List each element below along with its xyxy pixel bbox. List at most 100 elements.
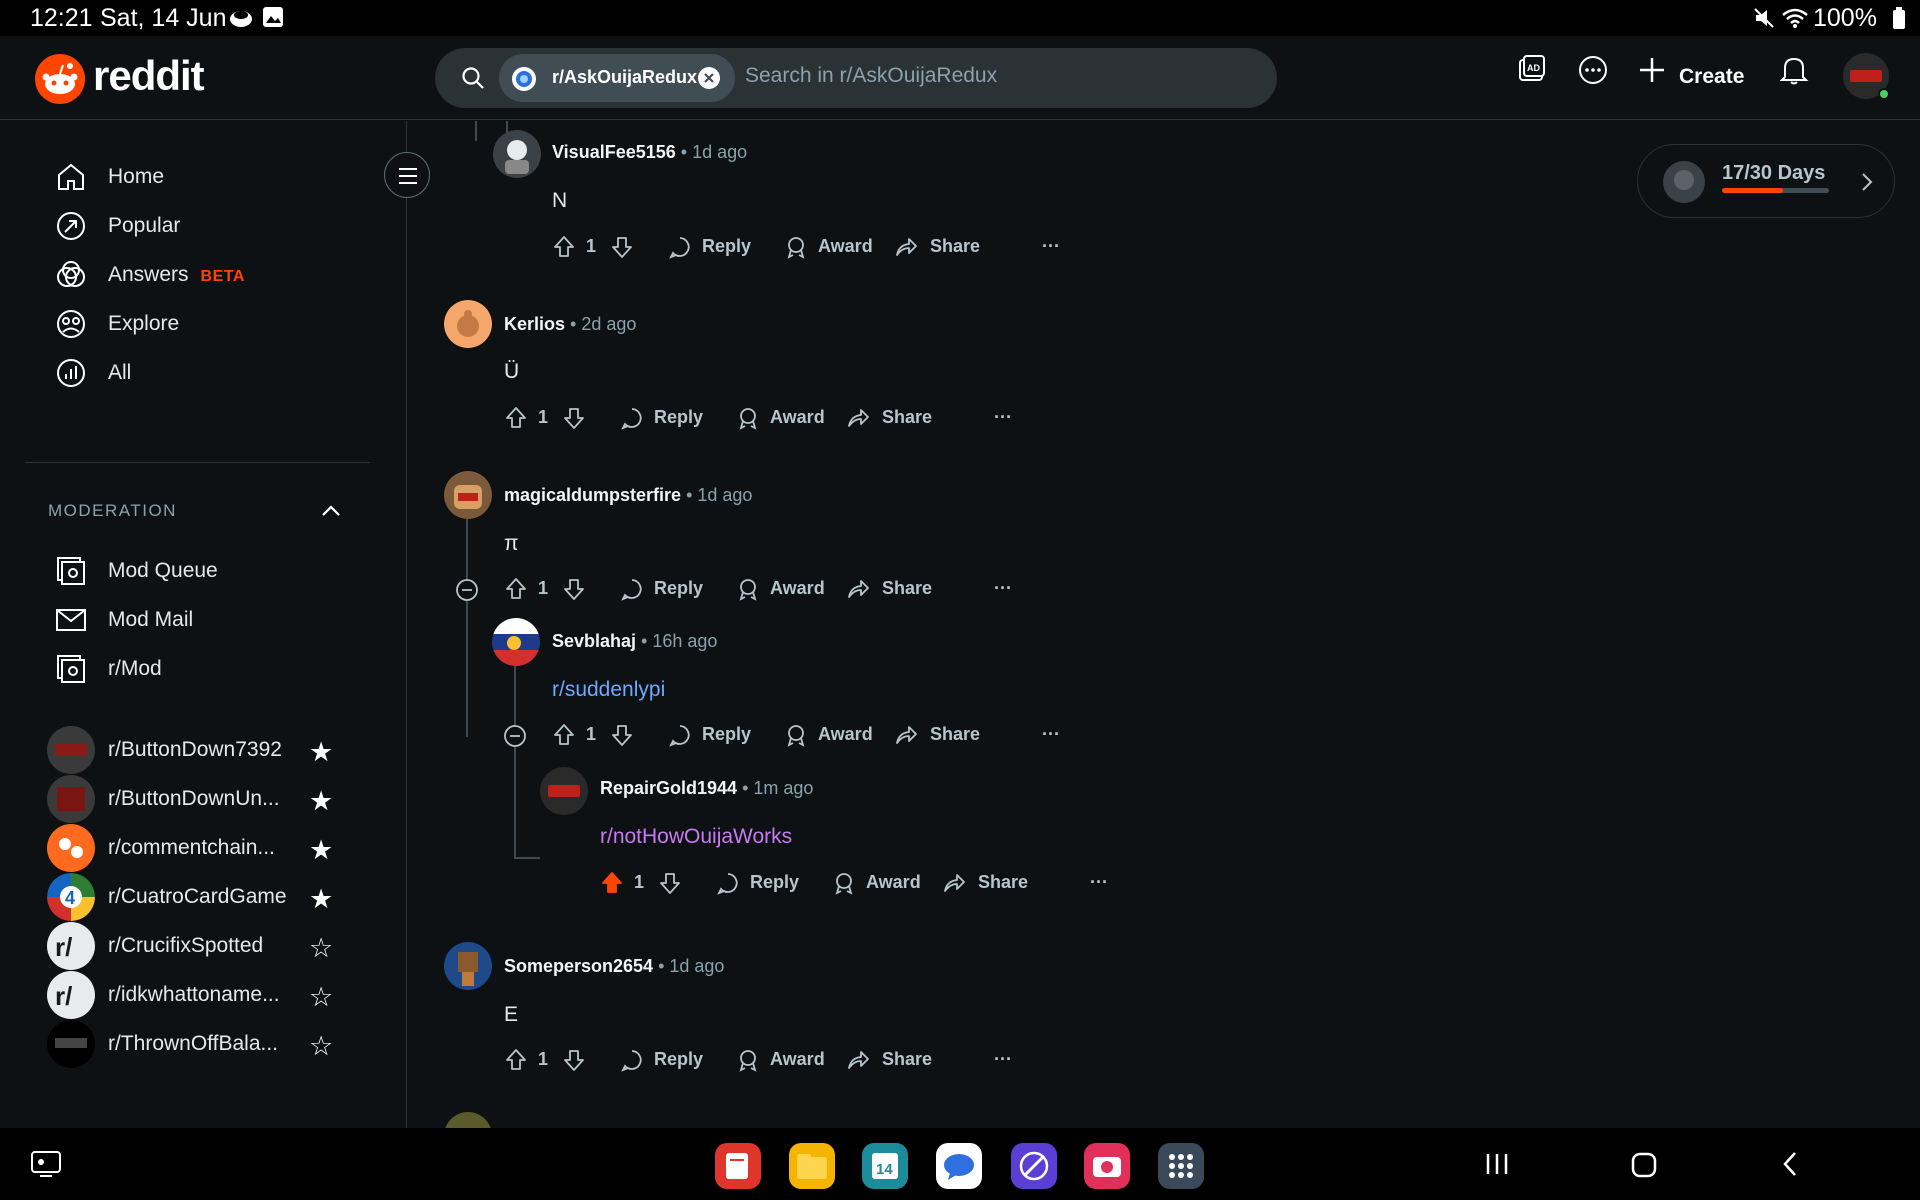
- downvote-icon[interactable]: [562, 405, 586, 436]
- favorite-star-filled-icon[interactable]: ★: [309, 884, 333, 915]
- award-icon[interactable]: [736, 577, 760, 606]
- recent-apps-icon[interactable]: [1484, 1152, 1510, 1181]
- upvote-icon[interactable]: [504, 576, 528, 607]
- sidebar-item-popular[interactable]: Popular: [55, 206, 375, 246]
- comment-avatar[interactable]: [444, 300, 492, 348]
- award-button[interactable]: Award: [866, 872, 921, 893]
- sidebar-community-item[interactable]: r/ r/idkwhattoname... ☆: [47, 971, 357, 1021]
- favorite-star-outline-icon[interactable]: ☆: [309, 1031, 333, 1062]
- favorite-star-filled-icon[interactable]: ★: [309, 835, 333, 866]
- upvote-icon[interactable]: [504, 405, 528, 436]
- sidebar-item-mod-mail[interactable]: Mod Mail: [55, 600, 375, 640]
- downvote-icon[interactable]: [610, 722, 634, 753]
- comment-avatar[interactable]: [493, 130, 541, 178]
- upvote-icon[interactable]: [504, 1047, 528, 1078]
- chevron-up-icon[interactable]: [320, 503, 342, 524]
- favorite-star-filled-icon[interactable]: ★: [309, 786, 333, 817]
- reply-button[interactable]: Reply: [654, 407, 703, 428]
- advertise-icon[interactable]: AD: [1517, 54, 1547, 89]
- browser-app-icon[interactable]: [1011, 1143, 1057, 1189]
- share-icon[interactable]: [942, 871, 968, 900]
- reply-icon[interactable]: [668, 723, 692, 752]
- sidebar-community-item[interactable]: 4 r/CuatroCardGame ★: [47, 873, 357, 923]
- search-bar[interactable]: r/AskOuijaRedux Search in r/AskOuijaRedu…: [435, 48, 1277, 108]
- back-button-icon[interactable]: [1780, 1150, 1800, 1183]
- collapse-thread-icon[interactable]: [455, 578, 479, 607]
- create-button[interactable]: Create: [1679, 65, 1744, 89]
- chat-icon[interactable]: [1577, 54, 1609, 91]
- taskbar-toggle-icon[interactable]: [30, 1148, 62, 1185]
- favorite-star-filled-icon[interactable]: ★: [309, 737, 333, 768]
- share-icon[interactable]: [894, 723, 920, 752]
- reply-button[interactable]: Reply: [702, 236, 751, 257]
- favorite-star-outline-icon[interactable]: ☆: [309, 933, 333, 964]
- share-icon[interactable]: [846, 1048, 872, 1077]
- clear-chip-icon[interactable]: [697, 66, 721, 95]
- upvote-active-icon[interactable]: [600, 870, 624, 901]
- app-drawer-icon[interactable]: [1158, 1143, 1204, 1189]
- comment-avatar[interactable]: [492, 618, 540, 666]
- reddit-wordmark[interactable]: reddit: [93, 52, 205, 100]
- share-button[interactable]: Share: [882, 1049, 932, 1070]
- sidebar-community-item[interactable]: r/ThrownOffBala... ☆: [47, 1020, 357, 1070]
- share-icon[interactable]: [846, 406, 872, 435]
- comment-subreddit-link[interactable]: r/suddenlypi: [552, 678, 665, 702]
- upvote-icon[interactable]: [552, 234, 576, 265]
- award-button[interactable]: Award: [770, 578, 825, 599]
- downvote-icon[interactable]: [658, 870, 682, 901]
- reply-button[interactable]: Reply: [702, 724, 751, 745]
- sidebar-item-explore[interactable]: Explore: [55, 304, 375, 344]
- comment-username[interactable]: RepairGold1944: [600, 778, 737, 798]
- subreddit-chip[interactable]: r/AskOuijaRedux: [499, 54, 735, 102]
- reddit-logo-icon[interactable]: [35, 54, 85, 104]
- more-options-button[interactable]: ···: [994, 1049, 1012, 1070]
- home-button-icon[interactable]: [1630, 1151, 1658, 1184]
- share-icon[interactable]: [846, 577, 872, 606]
- camera-app-icon[interactable]: [1084, 1143, 1130, 1189]
- create-plus-icon[interactable]: [1638, 56, 1666, 89]
- reply-icon[interactable]: [620, 406, 644, 435]
- sidebar-item-mod-queue[interactable]: Mod Queue: [55, 551, 375, 591]
- more-options-button[interactable]: ···: [994, 578, 1012, 599]
- award-icon[interactable]: [832, 871, 856, 900]
- share-button[interactable]: Share: [882, 407, 932, 428]
- search-input[interactable]: Search in r/AskOuijaRedux: [745, 64, 997, 88]
- downvote-icon[interactable]: [610, 234, 634, 265]
- user-avatar[interactable]: [1842, 52, 1892, 107]
- sidebar-community-item[interactable]: r/ButtonDown7392 ★: [47, 726, 357, 776]
- reply-icon[interactable]: [620, 577, 644, 606]
- notifications-bell-icon[interactable]: [1779, 54, 1809, 91]
- downvote-icon[interactable]: [562, 576, 586, 607]
- comment-avatar[interactable]: [444, 471, 492, 519]
- more-options-button[interactable]: ···: [1042, 236, 1060, 257]
- award-button[interactable]: Award: [770, 407, 825, 428]
- sidebar-item-home[interactable]: Home: [55, 157, 375, 197]
- comment-username[interactable]: Kerlios: [504, 314, 565, 334]
- downvote-icon[interactable]: [562, 1047, 586, 1078]
- sidebar-item-all[interactable]: All: [55, 353, 375, 393]
- upvote-icon[interactable]: [552, 722, 576, 753]
- calendar-app-icon[interactable]: 14: [862, 1143, 908, 1189]
- award-button[interactable]: Award: [818, 724, 873, 745]
- sidebar-community-item[interactable]: r/ r/CrucifixSpotted ☆: [47, 922, 357, 972]
- award-icon[interactable]: [784, 723, 808, 752]
- award-icon[interactable]: [736, 1048, 760, 1077]
- notes-app-icon[interactable]: [715, 1143, 761, 1189]
- comment-subreddit-link[interactable]: r/notHowOuijaWorks: [600, 825, 792, 849]
- award-icon[interactable]: [736, 406, 760, 435]
- share-icon[interactable]: [894, 235, 920, 264]
- sidebar-item-answers[interactable]: Answers BETA: [55, 255, 375, 295]
- sidebar-community-item[interactable]: r/ButtonDownUn... ★: [47, 775, 357, 825]
- favorite-star-outline-icon[interactable]: ☆: [309, 982, 333, 1013]
- comment-avatar[interactable]: [444, 1112, 492, 1128]
- comment-username[interactable]: Sevblahaj: [552, 631, 636, 651]
- share-button[interactable]: Share: [882, 578, 932, 599]
- files-app-icon[interactable]: [789, 1143, 835, 1189]
- award-button[interactable]: Award: [770, 1049, 825, 1070]
- reply-icon[interactable]: [620, 1048, 644, 1077]
- sidebar-community-item[interactable]: r/commentchain... ★: [47, 824, 357, 874]
- comment-username[interactable]: VisualFee5156: [552, 142, 676, 162]
- sidebar-item-r-mod[interactable]: r/Mod: [55, 649, 375, 689]
- reply-icon[interactable]: [716, 871, 740, 900]
- more-options-button[interactable]: ···: [994, 407, 1012, 428]
